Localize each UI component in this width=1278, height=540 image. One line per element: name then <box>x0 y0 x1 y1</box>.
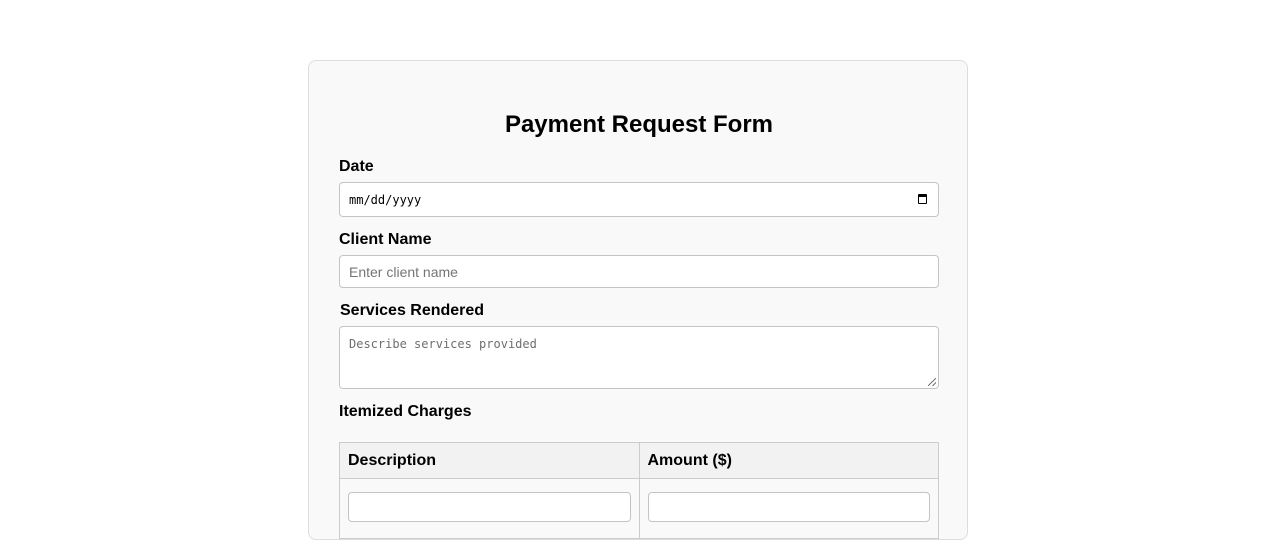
charges-table: Description Amount ($) <box>339 442 939 539</box>
date-input[interactable]: mm/dd/yyyy <box>339 182 939 217</box>
services-label: Services Rendered <box>340 302 485 319</box>
resize-handle-icon[interactable] <box>928 378 936 386</box>
date-label: Date <box>339 158 374 175</box>
date-input-value: mm/dd/yyyy <box>349 193 422 207</box>
amount-cell <box>638 478 939 539</box>
itemized-charges-label: Itemized Charges <box>339 403 472 420</box>
payment-form-card: Payment Request Form Date mm/dd/yyyy Cli… <box>308 60 968 540</box>
table-header-row: Description Amount ($) <box>339 442 939 479</box>
client-name-input[interactable]: Enter client name <box>339 255 939 288</box>
column-header-amount: Amount ($) <box>638 442 939 479</box>
table-row <box>339 478 939 539</box>
page-title: Payment Request Form <box>504 111 774 138</box>
column-header-description: Description <box>339 442 640 479</box>
services-textarea[interactable]: Describe services provided <box>339 326 939 389</box>
client-name-placeholder: Enter client name <box>349 263 458 280</box>
services-placeholder: Describe services provided <box>349 337 537 351</box>
description-input[interactable] <box>348 492 631 522</box>
description-cell <box>339 478 640 539</box>
client-name-label: Client Name <box>339 231 432 248</box>
amount-input[interactable] <box>647 492 930 522</box>
calendar-icon[interactable] <box>918 194 927 204</box>
